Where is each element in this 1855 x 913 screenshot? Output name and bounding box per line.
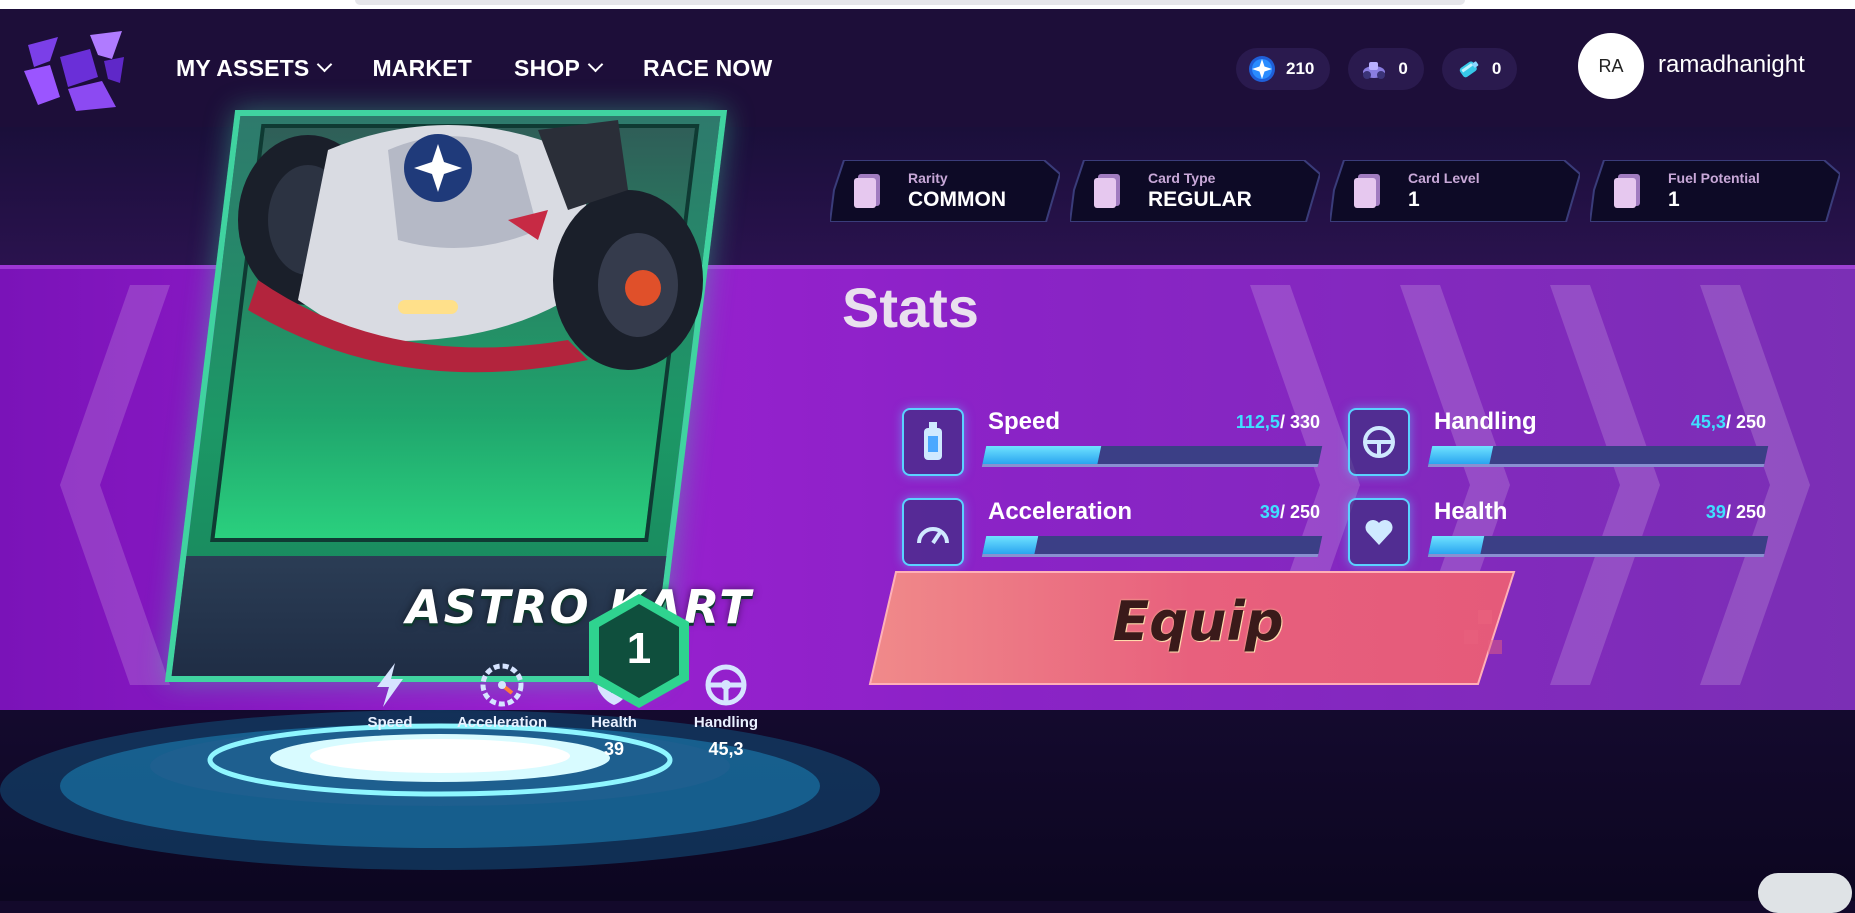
heart-icon: [1348, 498, 1410, 566]
tag-label: Fuel Potential: [1668, 170, 1760, 186]
stat-max: 330: [1289, 412, 1320, 432]
stat-name: Acceleration: [988, 498, 1133, 525]
stat-values: 39/ 250: [1259, 502, 1320, 522]
nav-race-now[interactable]: RACE NOW: [643, 55, 772, 82]
card-stats: Speed 112,5 Acceleration 39 Health 39 Ha…: [334, 662, 782, 760]
nitro-bottle-icon: [902, 408, 964, 476]
stat-bar-fill: [982, 446, 1101, 464]
nav-market-label: MARKET: [372, 54, 473, 81]
steering-wheel-icon: [703, 662, 749, 708]
card-level-badge: 1: [626, 624, 652, 673]
nav-race-now-label: RACE NOW: [643, 54, 773, 81]
stat-current: 112,5: [1235, 412, 1280, 432]
stat-max: 250: [1735, 502, 1766, 522]
chat-widget-button[interactable]: [1758, 873, 1852, 913]
card-stat-value: 45,3: [708, 739, 744, 759]
avatar[interactable]: RA: [1578, 33, 1644, 99]
steering-wheel-icon: [1348, 408, 1410, 476]
currency-fuel-value: 0: [1491, 59, 1502, 78]
card-stat-label: Handling: [693, 714, 759, 731]
stat-bar: [1427, 446, 1769, 467]
nav-my-assets[interactable]: MY ASSETS: [176, 54, 333, 82]
stat-bar-fill: [982, 536, 1039, 554]
tag-fuel-potential: Fuel Potential 1: [1590, 160, 1840, 222]
stat-bar: [981, 446, 1323, 467]
nav-my-assets-label: MY ASSETS: [176, 54, 310, 81]
card-icon: [854, 174, 880, 208]
stat-current: 39: [1259, 502, 1280, 522]
card-stat-label: Health: [591, 714, 637, 731]
game-logo-icon[interactable]: [20, 27, 126, 113]
gauge-icon: [479, 662, 525, 708]
currency-star-value: 210: [1286, 59, 1315, 78]
card-stat-speed: Speed 112,5: [334, 662, 446, 760]
card-title: ASTRO KART: [406, 580, 753, 634]
stat-max: 250: [1735, 412, 1766, 432]
tag-value: REGULAR: [1148, 188, 1252, 211]
currency-kart-value: 0: [1398, 59, 1408, 78]
card-stat-label: Acceleration: [456, 714, 548, 731]
card-icon: [1354, 174, 1380, 208]
browser-top-strip: [0, 0, 1855, 9]
tag-value: 1: [1668, 188, 1680, 211]
stat-values: 112,5/ 330: [1235, 412, 1320, 432]
chevron-down-icon: [317, 56, 333, 72]
card-stat-value: 39: [491, 739, 513, 759]
card-icon: [1094, 174, 1120, 208]
stat-row-speed: Speed 112,5/ 330: [902, 408, 1323, 478]
card-stat-acceleration: Acceleration 39: [446, 662, 558, 760]
stat-values: 45,3/ 250: [1690, 412, 1766, 432]
stat-bar: [981, 536, 1323, 557]
currency-balances: 210 0 0: [1236, 48, 1518, 90]
tag-rarity: Rarity COMMON: [830, 160, 1060, 222]
tag-value: COMMON: [908, 188, 1006, 211]
card-stat-value: 39: [603, 739, 625, 759]
card-icon: [1614, 174, 1640, 208]
fuel-canister-icon: [1454, 55, 1482, 83]
kart-token-icon: [1360, 55, 1388, 83]
chevron-decoration-icon: [1700, 285, 1810, 685]
stat-bar-fill: [1428, 536, 1485, 554]
tag-card-type: Card Type REGULAR: [1070, 160, 1320, 222]
stat-name: Speed: [988, 408, 1061, 435]
nav-shop[interactable]: SHOP: [514, 54, 604, 82]
lightning-icon: [367, 662, 413, 708]
tag-label: Rarity: [908, 170, 948, 186]
tag-label: Card Type: [1148, 170, 1216, 186]
stats-title: Stats: [842, 276, 979, 339]
stat-current: 39: [1705, 502, 1726, 522]
astro-kart-image: [238, 120, 703, 373]
username[interactable]: ramadhanight: [1658, 51, 1805, 79]
stat-bar: [1427, 536, 1769, 557]
currency-star-coin[interactable]: 210: [1236, 48, 1331, 90]
speedometer-icon: [902, 498, 964, 566]
currency-kart-token[interactable]: 0: [1348, 48, 1424, 90]
card-stat-value: 112,5: [367, 739, 413, 759]
equip-button[interactable]: Equip: [868, 590, 1528, 653]
stat-bar-fill: [1428, 446, 1494, 464]
card-info-tags: Rarity COMMON Card Type REGULAR Card Lev…: [830, 160, 1840, 222]
stat-row-health: Health 39/ 250: [1348, 498, 1769, 568]
stat-values: 39/ 250: [1705, 502, 1766, 522]
stat-name: Handling: [1434, 408, 1537, 435]
tag-label: Card Level: [1408, 170, 1480, 186]
nav-shop-label: SHOP: [514, 54, 581, 81]
stat-name: Health: [1434, 498, 1508, 525]
chevron-decoration-icon: [1550, 285, 1660, 685]
nav-market[interactable]: MARKET: [372, 55, 472, 82]
chevron-down-icon: [587, 56, 604, 72]
star-coin-icon: [1248, 55, 1276, 83]
stat-row-handling: Handling 45,3/ 250: [1348, 408, 1769, 478]
stat-row-acceleration: Acceleration 39/ 250: [902, 498, 1323, 568]
stat-max: 250: [1289, 502, 1320, 522]
card-stat-label: Speed: [367, 714, 413, 731]
stat-current: 45,3: [1690, 412, 1726, 432]
tag-value: 1: [1408, 188, 1420, 211]
tag-card-level: Card Level 1: [1330, 160, 1580, 222]
currency-fuel[interactable]: 0: [1441, 48, 1518, 90]
